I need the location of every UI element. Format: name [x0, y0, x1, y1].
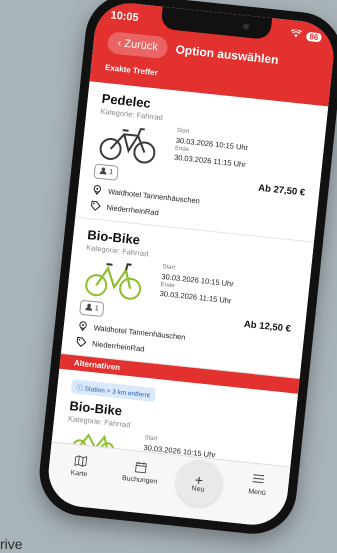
plus-icon: +	[194, 471, 204, 488]
nav-menu-label: Menü	[247, 488, 267, 498]
phone-frame: 10:05 86 ‹ Zurück Option auswählen Exakt…	[35, 0, 337, 539]
result-card[interactable]: Pedelec Kategorie: Fahrrad Start 30.03.2…	[75, 81, 329, 243]
nav-new-label: Neu	[191, 484, 205, 494]
battery-icon: 86	[306, 31, 322, 42]
result-card[interactable]: Bio-Bike Kategorie: Fahrrad Start 30.03.…	[60, 217, 314, 379]
provider-name: NiederrheinRad	[91, 338, 145, 354]
wifi-icon	[290, 28, 303, 41]
result-times: Start 30.03.2026 10:15 Uhr Ende 30.03.20…	[159, 264, 235, 306]
tag-icon	[91, 200, 101, 211]
info-icon: ⓘ	[76, 384, 84, 393]
provider-name: NiederrheinRad	[106, 202, 160, 217]
status-indicators: 86	[290, 28, 322, 43]
nav-new-button[interactable]: + Neu	[173, 457, 224, 509]
distance-badge: ⓘ Station > 3 km entfernt	[70, 379, 156, 402]
app-screen: 10:05 86 ‹ Zurück Option auswählen Exakt…	[45, 0, 337, 529]
nav-bookings-label: Buchungen	[121, 474, 158, 486]
bike-image	[85, 263, 142, 300]
seats-count: 1	[94, 305, 100, 313]
nav-menu[interactable]: Menü	[232, 472, 284, 499]
seats-badge: 1	[79, 299, 105, 318]
page-caption: rive	[0, 536, 23, 552]
back-button[interactable]: ‹ Zurück	[106, 31, 169, 60]
seats-count: 1	[108, 168, 114, 177]
back-label: Zurück	[123, 37, 159, 54]
location-pin-icon	[79, 321, 87, 332]
bike-image	[99, 127, 156, 164]
person-icon	[84, 303, 93, 313]
tag-icon	[76, 337, 87, 348]
nav-map[interactable]: Karte	[54, 453, 106, 480]
page-title: Option auswählen	[174, 42, 280, 67]
distance-badge-text: Station > 3 km entfernt	[84, 385, 151, 400]
location-pin-icon	[93, 185, 102, 196]
menu-icon	[252, 474, 265, 487]
camera-icon	[242, 23, 250, 30]
person-icon	[99, 167, 108, 177]
stage: 10:05 86 ‹ Zurück Option auswählen Exakt…	[0, 0, 337, 553]
chevron-left-icon: ‹	[117, 37, 122, 50]
calendar-icon	[134, 461, 147, 474]
map-icon	[73, 455, 87, 468]
seats-badge: 1	[93, 163, 119, 181]
nav-bookings[interactable]: Buchungen	[114, 459, 166, 486]
result-times: Start 30.03.2026 10:15 Uhr Ende 30.03.20…	[173, 128, 249, 170]
nav-map-label: Karte	[70, 469, 88, 479]
status-time: 10:05	[109, 9, 140, 25]
